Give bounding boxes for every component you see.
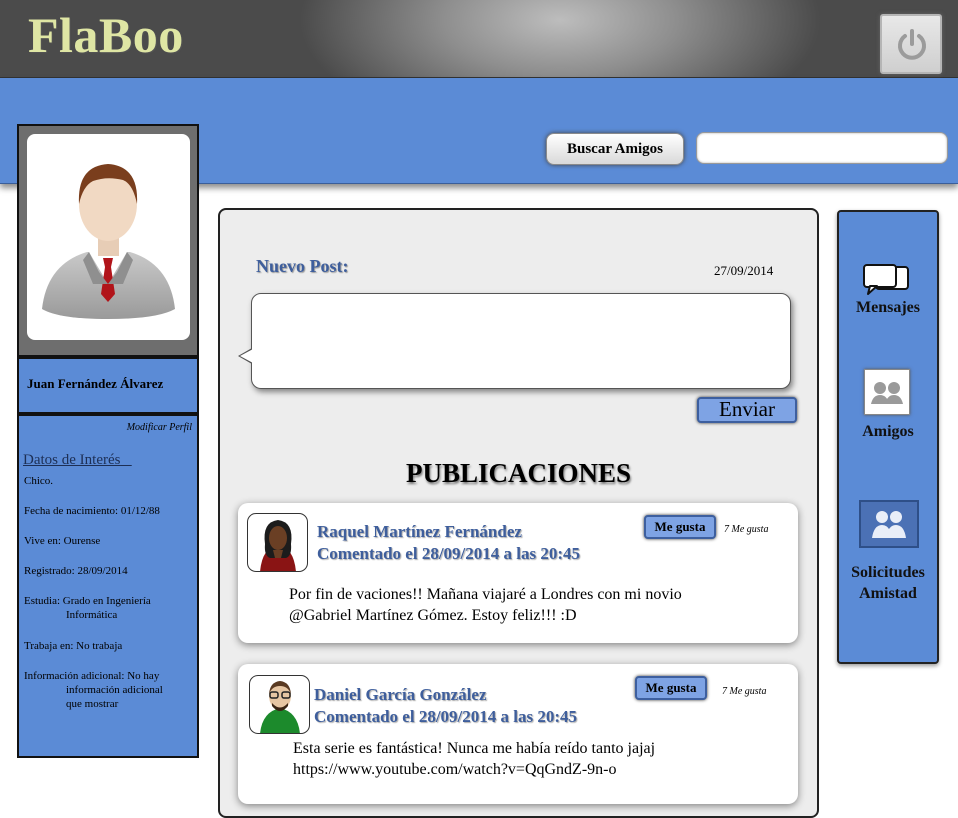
profile-avatar[interactable] (27, 134, 190, 340)
post-body-line: https://www.youtube.com/watch?v=QqGndZ-9… (293, 761, 617, 778)
friends-icon[interactable] (864, 369, 910, 415)
modify-profile-link[interactable]: Modificar Perfil (127, 422, 192, 433)
profile-info-panel: Modificar Perfil Datos de Interés Chico.… (17, 414, 199, 758)
info-studies: Estudia: Grado en Ingeniería Informática (24, 594, 151, 622)
info-work: Trabaja en: No trabaja (24, 640, 123, 652)
friend-requests-link[interactable]: Solicitudes Amistad (837, 562, 939, 604)
info-studies-label: Estudia: Grado en Ingeniería (24, 595, 151, 607)
info-extra-label: Información adicional: No hay (24, 670, 160, 682)
post-body-line: @Gabriel Martínez Gómez. Estoy feliz!!! … (289, 607, 577, 624)
male-avatar-icon (260, 681, 300, 733)
post-author-name[interactable]: Daniel García González (314, 685, 487, 705)
post-author-name[interactable]: Raquel Martínez Fernández (317, 522, 522, 542)
post-body: Esta serie es fantástica! Nunca me había… (293, 738, 655, 780)
feed-title: PUBLICACIONES (405, 458, 632, 488)
post-card: Raquel Martínez Fernández Comentado el 2… (238, 503, 798, 643)
post-card: Daniel García González Comentado el 28/0… (238, 664, 798, 804)
app-logo: FlaBoo (28, 7, 184, 63)
like-button[interactable]: Me gusta (635, 676, 707, 700)
female-avatar-icon (260, 520, 296, 571)
new-post-textarea[interactable] (251, 293, 791, 389)
friend-requests-icon[interactable] (859, 500, 919, 548)
info-location: Vive en: Ourense (24, 535, 101, 547)
info-registered: Registrado: 28/09/2014 (24, 565, 128, 577)
logout-button[interactable] (880, 14, 942, 74)
top-header: FlaBoo (0, 0, 958, 78)
profile-name-box: Juan Fernández Álvarez (17, 357, 199, 414)
like-count: 7 Me gusta (724, 524, 769, 535)
info-gender: Chico. (24, 475, 54, 487)
info-extra-cont1: información adicional (66, 684, 163, 696)
post-body-line: Esta serie es fantástica! Nunca me había… (293, 740, 656, 757)
send-post-button[interactable]: Enviar (697, 397, 797, 423)
friends-link[interactable]: Amigos (837, 421, 939, 442)
new-post-title: Nuevo Post: (256, 256, 349, 276)
profile-photo-frame (17, 124, 199, 357)
post-body: Por fin de vaciones!! Mañana viajaré a L… (289, 584, 682, 626)
post-body-line: Por fin de vaciones!! Mañana viajaré a L… (289, 586, 682, 603)
info-studies-cont: Informática (66, 609, 118, 621)
like-count: 7 Me gusta (722, 686, 767, 697)
info-extra-cont2: que mostrar (66, 698, 119, 710)
user-avatar-icon (42, 164, 175, 319)
like-button[interactable]: Me gusta (644, 515, 716, 539)
post-author-avatar[interactable] (247, 513, 308, 572)
post-meta: Comentado el 28/09/2014 a las 20:45 (317, 544, 581, 563)
search-friends-button[interactable]: Buscar Amigos (546, 133, 684, 165)
messages-link[interactable]: Mensajes (837, 297, 939, 318)
interest-title: Datos de Interés (23, 452, 121, 468)
profile-name: Juan Fernández Álvarez (27, 376, 164, 391)
post-meta: Comentado el 28/09/2014 a las 20:45 (314, 707, 578, 726)
bubble-tail-fill (240, 349, 253, 363)
power-icon (898, 29, 926, 60)
search-friends-input[interactable] (696, 132, 948, 164)
info-extra: Información adicional: No hay informació… (24, 669, 163, 711)
post-author-avatar[interactable] (249, 675, 310, 734)
info-birthdate: Fecha de nacimiento: 01/12/88 (24, 505, 160, 517)
friend-requests-label-1: Solicitudes (851, 564, 925, 581)
friend-requests-label-2: Amistad (859, 585, 917, 602)
messages-icon[interactable] (862, 263, 912, 297)
new-post-date: 27/09/2014 (714, 263, 774, 278)
